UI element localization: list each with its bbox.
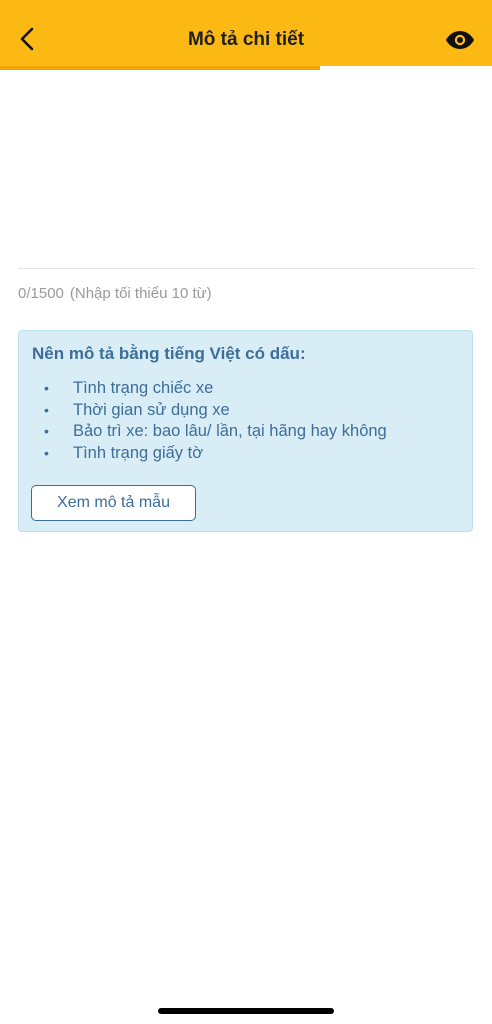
bullet: • bbox=[44, 401, 49, 418]
character-counter: 0/1500 (Nhập tối thiểu 10 từ) bbox=[18, 285, 212, 302]
input-divider bbox=[18, 268, 475, 269]
counter-hint: (Nhập tối thiểu 10 từ) bbox=[69, 285, 212, 302]
tip-text: Tình trạng giấy tờ bbox=[73, 443, 204, 462]
bullet: • bbox=[44, 423, 49, 439]
tip-text: Tình trạng chiếc xe bbox=[73, 379, 214, 397]
tips-heading: Nên mô tả bằng tiếng Việt có dấu: bbox=[32, 344, 306, 363]
bullet: • bbox=[44, 444, 49, 461]
progress-fill bbox=[0, 66, 320, 70]
tip-text: Thời gian sử dụng xe bbox=[73, 400, 230, 419]
preview-button[interactable] bbox=[440, 20, 480, 60]
home-indicator[interactable] bbox=[158, 1008, 334, 1014]
counter-value: 0/1500 bbox=[18, 285, 64, 302]
page-title: Mô tả chi tiết bbox=[187, 29, 305, 50]
tips-box: Nên mô tả bằng tiếng Việt có dấu: • Tình… bbox=[18, 330, 473, 532]
bullet: • bbox=[44, 380, 49, 396]
progress-bar bbox=[0, 66, 492, 70]
eye-icon bbox=[446, 31, 474, 49]
description-input[interactable] bbox=[18, 80, 475, 266]
app-header: Mô tả chi tiết bbox=[0, 0, 492, 66]
tip-text: Bảo trì xe: bao lâu/ lần, tại hãng hay k… bbox=[73, 422, 387, 440]
view-sample-button[interactable]: Xem mô tả mẫu bbox=[31, 485, 196, 521]
